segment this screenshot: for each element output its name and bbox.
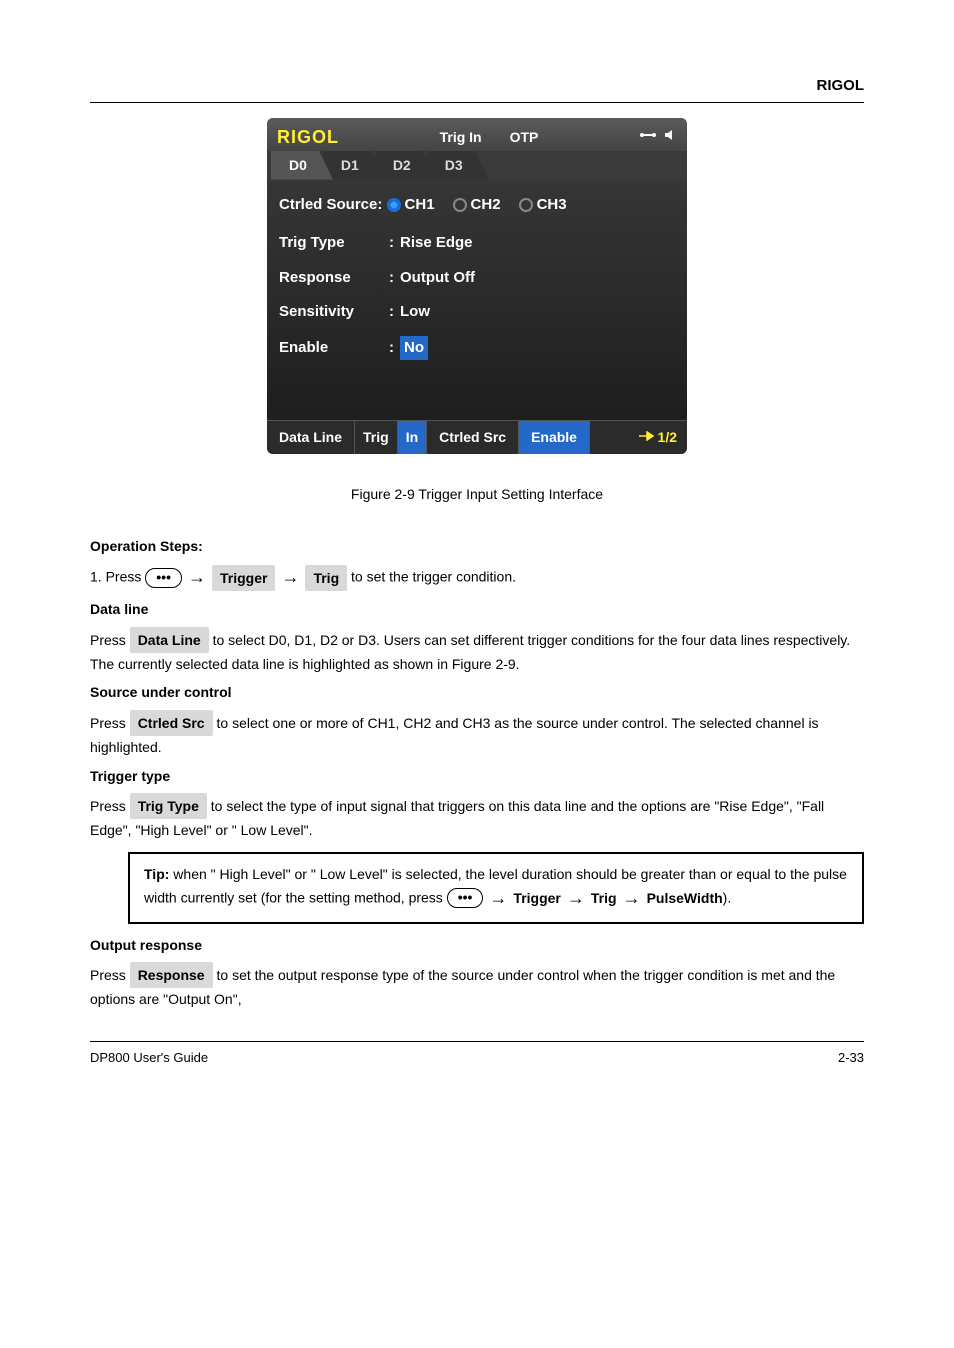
response-text: Press Response to set the output respons… (90, 962, 864, 1011)
softkey-ctrled-src-ref: Ctrled Src (130, 710, 213, 736)
softkey-in[interactable]: In (398, 421, 427, 454)
ctrled-text: Press Ctrled Src to select one or more o… (90, 710, 864, 759)
arrow-icon: → (489, 885, 507, 912)
ellipsis-key: ••• (145, 568, 182, 588)
tip-box: Tip: when " High Level" or " Low Level" … (128, 852, 864, 924)
arrow-icon: → (623, 885, 641, 912)
footer-right: 2-33 (838, 1048, 864, 1068)
arrow-icon: → (567, 885, 585, 912)
softkey-bar: Data Line Trig In Ctrled Src Enable 1/2 (267, 420, 687, 454)
operation-steps-heading: Operation Steps: (90, 535, 864, 557)
brand-label: RIGOL (817, 77, 865, 94)
softkey-page[interactable]: 1/2 (629, 421, 687, 454)
tip-tail: ). (723, 889, 732, 905)
footer-left: DP800 User's Guide (90, 1048, 208, 1068)
device-screenshot: RIGOL Trig In OTP D0 D1 D2 D3 Ctrled (267, 118, 687, 455)
response-label: Response (279, 267, 389, 290)
softkey-trig[interactable]: Trig (355, 421, 398, 454)
trig-type-label: Trig Type (279, 232, 389, 255)
tab-d3[interactable]: D3 (427, 151, 489, 180)
enable-value: No (400, 336, 428, 361)
step-pre: Press (106, 569, 142, 585)
softkey-response-ref: Response (130, 962, 213, 988)
radio-ch1-label: CH1 (405, 194, 435, 217)
data-line-text: Press Data Line to select D0, D1, D2 or … (90, 627, 864, 676)
device-body: Ctrled Source: CH1 CH2 CH3 Trig Type : (267, 180, 687, 421)
status-otp: OTP (510, 127, 539, 148)
step-after: to set the trigger condition. (351, 569, 516, 585)
link-icon (639, 127, 657, 148)
page-indicator: 1/2 (658, 427, 677, 448)
ellipsis-key: ••• (447, 888, 484, 908)
arrow-right-icon (639, 427, 655, 448)
trig-type-value: Rise Edge (400, 232, 473, 255)
tip-key-pulsewidth: PulseWidth (647, 888, 723, 909)
radio-dot-icon (387, 198, 401, 212)
softkey-ctrled-src[interactable]: Ctrled Src (427, 421, 519, 454)
softkey-trig-type-ref: Trig Type (130, 793, 207, 819)
radio-ch1[interactable]: CH1 (387, 194, 435, 217)
status-trig: Trig In (440, 127, 482, 148)
radio-ch3[interactable]: CH3 (519, 194, 567, 217)
radio-ch2-label: CH2 (471, 194, 501, 217)
enable-label: Enable (279, 337, 389, 360)
device-logo: RIGOL (277, 124, 339, 151)
softkey-data-line-ref: Data Line (130, 627, 209, 653)
radio-ch3-label: CH3 (537, 194, 567, 217)
tab-bar: D0 D1 D2 D3 (267, 151, 687, 180)
device-titlebar: RIGOL Trig In OTP (267, 118, 687, 151)
radio-ch2[interactable]: CH2 (453, 194, 501, 217)
trig-type-text: Press Trig Type to select the type of in… (90, 793, 864, 842)
softkey-enable[interactable]: Enable (519, 421, 590, 454)
tip-key-trig: Trig (591, 888, 617, 909)
page-content: Operation Steps: 1. Press ••• → Trigger … (90, 535, 864, 1011)
sound-icon (663, 127, 677, 148)
ctrled-source-label: Ctrled Source: (279, 194, 382, 217)
softkey-trig-ref: Trig (305, 565, 347, 591)
tip-key-trigger: Trigger (513, 888, 560, 909)
ctrled-heading: Source under control (90, 681, 864, 703)
response-heading: Output response (90, 934, 864, 956)
sensitivity-value: Low (400, 301, 430, 324)
radio-dot-icon (519, 198, 533, 212)
data-line-heading: Data line (90, 598, 864, 620)
tip-prefix: Tip: (144, 866, 169, 882)
page-footer: DP800 User's Guide 2-33 (90, 1041, 864, 1068)
step-number: 1. (90, 569, 102, 585)
radio-dot-icon (453, 198, 467, 212)
softkey-trigger-ref: Trigger (212, 565, 275, 591)
arrow-icon: → (281, 563, 299, 592)
response-value: Output Off (400, 267, 475, 290)
sensitivity-label: Sensitivity (279, 301, 389, 324)
softkey-data-line[interactable]: Data Line (267, 421, 355, 454)
arrow-icon: → (188, 563, 206, 592)
page-header: RIGOL (90, 75, 864, 103)
step-1-line: 1. Press ••• → Trigger → Trig to set the… (90, 563, 864, 592)
trig-type-heading: Trigger type (90, 765, 864, 787)
figure-caption: Figure 2-9 Trigger Input Setting Interfa… (90, 484, 864, 505)
